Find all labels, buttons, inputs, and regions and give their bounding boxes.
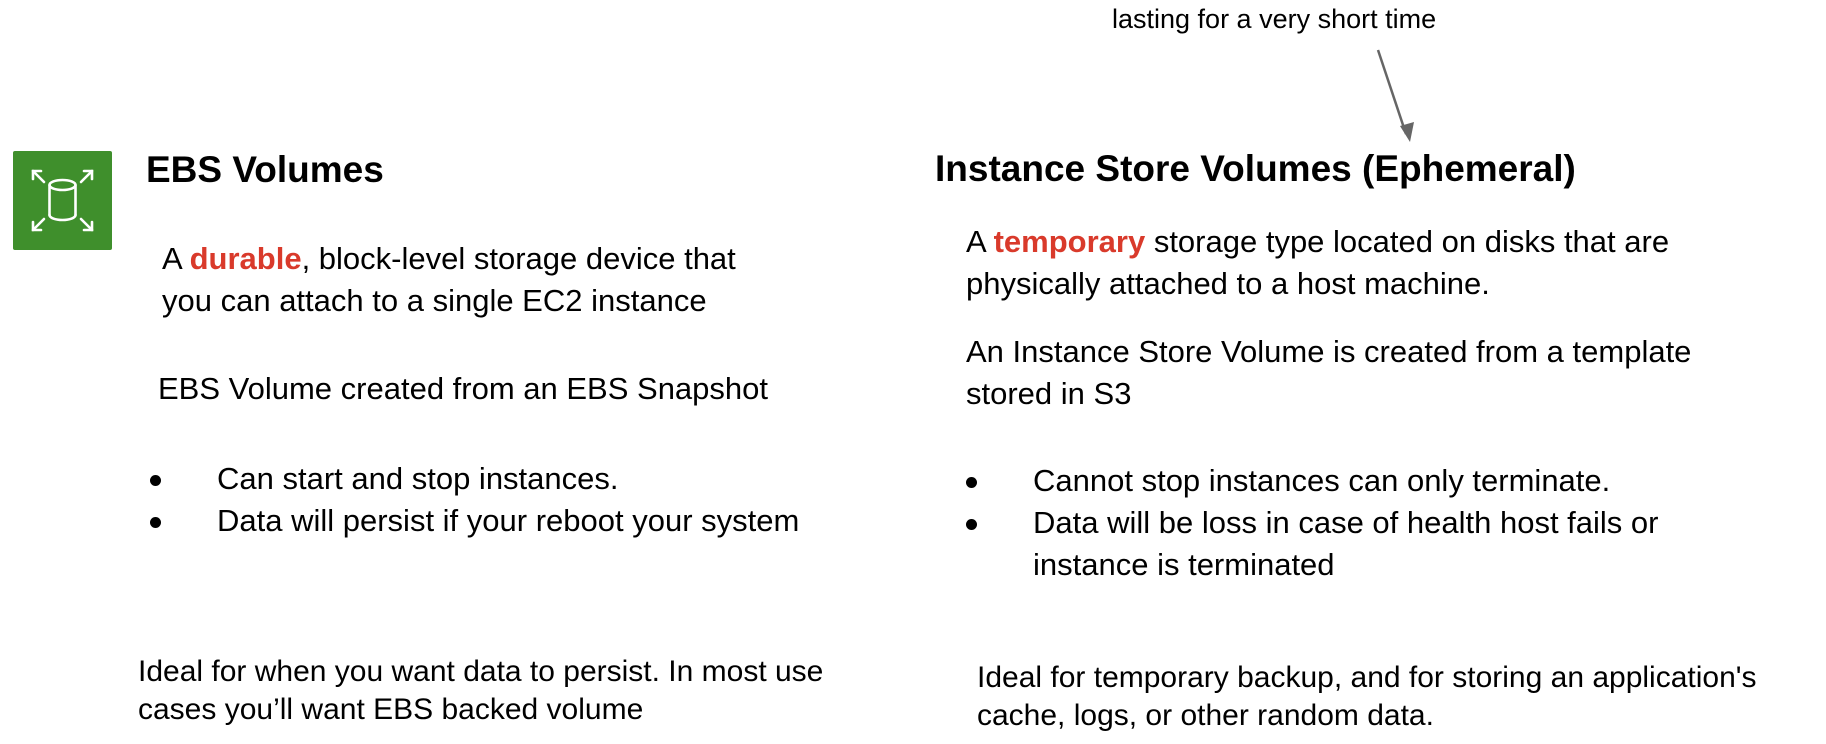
instance-ideal-line1: Ideal for temporary backup, and for stor… (977, 661, 1757, 694)
ebs-description-line2: you can attach to a single EC2 instance (162, 283, 707, 318)
instance-template-line2: stored in S3 (966, 376, 1132, 411)
ebs-title: EBS Volumes (146, 149, 384, 190)
instance-store-description-line1: A temporary storage type located on disk… (966, 221, 1669, 263)
ebs-desc-line1-rest: , block-level storage device that (301, 241, 736, 276)
ebs-ideal-note: Ideal for when you want data to persist.… (138, 653, 823, 729)
list-item: Data will persist if your reboot your sy… (150, 500, 799, 542)
bullet-icon (966, 477, 977, 488)
bullet-icon (150, 517, 161, 528)
ebs-desc-highlight: durable (189, 241, 302, 276)
list-item: Cannot stop instances can only terminate… (966, 460, 1658, 502)
instance-desc-line1-rest: storage type located on disks that are (1145, 224, 1670, 259)
bullet-icon (150, 475, 161, 486)
list-item-text: Can start and stop instances. (217, 461, 619, 496)
instance-store-description-line2: physically attached to a host machine. (966, 266, 1490, 301)
ebs-ideal-line2: cases you’ll want EBS backed volume (138, 693, 644, 726)
instance-store-template-text: An Instance Store Volume is created from… (966, 331, 1691, 415)
annotation-text: lasting for a very short time (1112, 4, 1437, 34)
ebs-description-line1: A durable, block-level storage device th… (162, 238, 736, 280)
ebs-bullet-list: Can start and stop instances. Data will … (150, 458, 799, 542)
instance-store-title: Instance Store Volumes (Ephemeral) (935, 148, 1576, 189)
instance-store-description: A temporary storage type located on disk… (966, 221, 1669, 305)
ebs-snapshot-text: EBS Volume created from an EBS Snapshot (158, 371, 769, 406)
bullet-icon (966, 519, 977, 530)
list-item-text: Cannot stop instances can only terminate… (1033, 463, 1611, 498)
list-item-text: Data will persist if your reboot your sy… (217, 503, 800, 538)
annotation-arrow-icon (1376, 49, 1414, 142)
list-item-text: instance is terminated (1033, 547, 1335, 582)
ebs-volume-icon (13, 151, 112, 250)
instance-desc-prefix: A (966, 224, 994, 259)
list-item-continuation: instance is terminated (966, 544, 1658, 586)
instance-desc-highlight: temporary (993, 224, 1146, 259)
instance-template-line1: An Instance Store Volume is created from… (966, 334, 1692, 369)
ebs-desc-prefix: A (162, 241, 190, 276)
list-item: Can start and stop instances. (150, 458, 799, 500)
instance-store-bullet-list: Cannot stop instances can only terminate… (966, 460, 1658, 586)
list-item-text: Data will be loss in case of health host… (1033, 505, 1659, 540)
ebs-ideal-line1: Ideal for when you want data to persist.… (138, 655, 824, 688)
instance-store-ideal-note: Ideal for temporary backup, and for stor… (977, 659, 1757, 735)
list-item: Data will be loss in case of health host… (966, 502, 1658, 544)
ebs-description: A durable, block-level storage device th… (162, 238, 736, 322)
instance-ideal-line2: cache, logs, or other random data. (977, 699, 1434, 732)
